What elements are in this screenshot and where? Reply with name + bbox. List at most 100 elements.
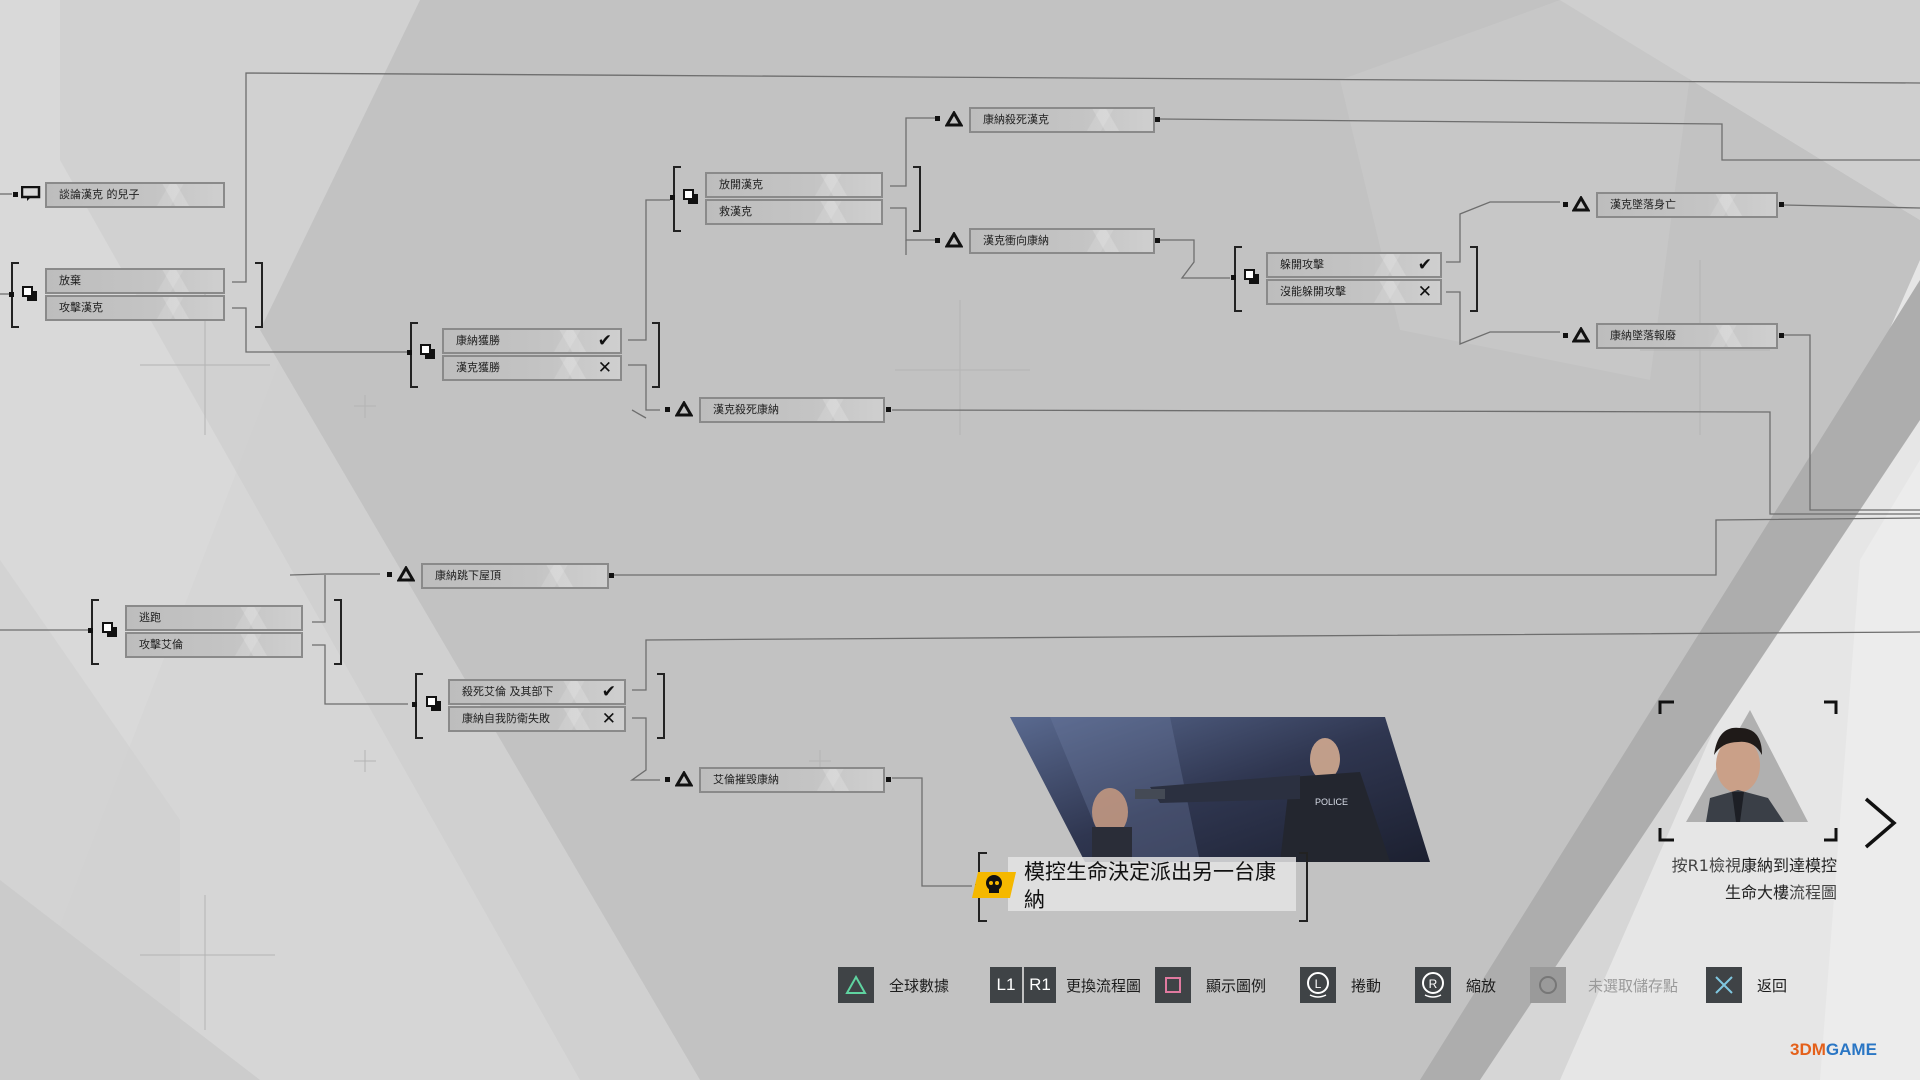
switch-flowchart-button[interactable]: L1 R1 更換流程圖	[990, 967, 1141, 1003]
triangle-event-icon	[1572, 327, 1590, 343]
chevron-right-icon[interactable]	[1860, 795, 1900, 851]
choice-option-defense-fail[interactable]: 康納自我防衛失敗 ✕	[448, 706, 626, 732]
next-chapter-preview[interactable]	[1658, 700, 1840, 842]
cross-icon: ✕	[601, 709, 616, 729]
skull-icon	[972, 872, 1016, 898]
button-label: 返回	[1757, 976, 1788, 995]
node-hank-rushes-connor[interactable]: 漢克衝向康納	[969, 228, 1155, 254]
cross-icon: ✕	[597, 358, 612, 378]
input-port	[387, 572, 392, 577]
node-connor-jumps-roof[interactable]: 康納跳下屋頂	[421, 563, 609, 589]
caption-chapter-a: 康納到達模控	[1740, 856, 1837, 875]
choice-option-attack-allen[interactable]: 攻擊艾倫	[125, 632, 303, 658]
node-label: 康納獲勝	[456, 334, 500, 347]
ending-node[interactable]: 模控生命決定派出另一台康納	[1008, 857, 1296, 912]
node-label: 救漢克	[719, 205, 752, 218]
ending-text: 模控生命決定派出另一台康納	[1024, 860, 1276, 912]
bracket-right	[255, 262, 263, 328]
node-allen-destroys-connor[interactable]: 艾倫摧毀康納	[699, 767, 885, 793]
triangle-event-icon	[397, 566, 415, 582]
node-hank-falls-dies[interactable]: 漢克墜落身亡	[1596, 192, 1778, 218]
output-port	[886, 777, 891, 782]
triangle-event-icon	[675, 771, 693, 787]
back-button[interactable]: 返回	[1706, 967, 1787, 1003]
zoom-button[interactable]: R 縮放	[1415, 967, 1496, 1003]
bottom-controls-bar: 全球數據 L1 R1 更換流程圖 顯示圖例 L 捲動 R 縮放 未選取儲存點 返…	[0, 967, 1920, 1007]
input-port	[935, 238, 940, 243]
no-checkpoint-selected-button[interactable]: 未選取儲存點	[1530, 967, 1678, 1003]
next-chapter-caption: 按R1檢視康納到達模控 生命大樓流程圖	[1640, 852, 1837, 906]
cross-icon: ✕	[1417, 282, 1432, 302]
choice-option-release-hank[interactable]: 放開漢克	[705, 172, 883, 198]
node-label: 康納跳下屋頂	[435, 569, 501, 582]
button-label: 更換流程圖	[1066, 976, 1142, 995]
input-port	[1563, 333, 1568, 338]
choice-allen-fight-result: 殺死艾倫 及其部下 ✔ 康納自我防衛失敗 ✕	[448, 679, 626, 733]
l1-button-icon: L1	[990, 967, 1022, 1003]
button-label: 縮放	[1466, 976, 1497, 995]
input-port	[9, 292, 14, 297]
input-port	[665, 407, 670, 412]
ending-scene-image: POLICE	[1010, 717, 1430, 862]
node-label: 漢克殺死康納	[713, 403, 779, 416]
bracket-right	[334, 599, 342, 665]
bracket-right	[1299, 852, 1308, 922]
choice-option-give-up[interactable]: 放棄	[45, 268, 225, 294]
input-port	[13, 192, 18, 197]
show-legend-button[interactable]: 顯示圖例	[1155, 967, 1266, 1003]
input-port	[412, 702, 417, 707]
choice-icon	[420, 344, 435, 359]
choice-option-hank-wins[interactable]: 漢克獲勝 ✕	[442, 355, 622, 381]
choice-icon	[1244, 269, 1259, 284]
output-port	[1155, 117, 1160, 122]
choice-option-connor-wins[interactable]: 康納獲勝 ✔	[442, 328, 622, 354]
button-label: 捲動	[1351, 976, 1382, 995]
choice-flee-attack-allen: 逃跑 攻擊艾倫	[125, 605, 303, 659]
input-port	[1231, 275, 1236, 280]
node-label: 談論漢克 的兒子	[59, 188, 140, 201]
node-label: 康納墜落報廢	[1610, 329, 1676, 342]
circle-button-icon	[1530, 967, 1566, 1003]
node-label: 攻擊艾倫	[139, 638, 183, 651]
scroll-button[interactable]: L 捲動	[1300, 967, 1381, 1003]
cross-button-icon	[1706, 967, 1742, 1003]
input-port	[407, 350, 412, 355]
bracket-right	[652, 322, 660, 388]
output-port	[609, 573, 614, 578]
node-label: 殺死艾倫 及其部下	[462, 685, 554, 698]
global-stats-button[interactable]: 全球數據	[838, 967, 949, 1003]
caption-prefix: 按R1檢視	[1671, 856, 1741, 875]
node-connor-falls-destroyed[interactable]: 康納墜落報廢	[1596, 323, 1778, 349]
node-label: 漢克墜落身亡	[1610, 198, 1676, 211]
choice-give-up-attack: 放棄 攻擊漢克	[45, 268, 225, 322]
speech-bubble-icon	[21, 186, 41, 201]
choice-option-fail-dodge[interactable]: 沒能躲開攻擊 ✕	[1266, 279, 1442, 305]
choice-option-save-hank[interactable]: 救漢克	[705, 199, 883, 225]
choice-option-attack-hank[interactable]: 攻擊漢克	[45, 295, 225, 321]
triangle-event-icon	[1572, 196, 1590, 212]
check-icon: ✔	[597, 331, 612, 351]
choice-icon	[102, 622, 117, 637]
triangle-button-icon	[838, 967, 874, 1003]
square-button-icon	[1155, 967, 1191, 1003]
node-label: 漢克衝向康納	[983, 234, 1049, 247]
check-icon: ✔	[1417, 255, 1432, 275]
bracket-right	[1470, 246, 1478, 312]
choice-option-flee[interactable]: 逃跑	[125, 605, 303, 631]
choice-icon	[683, 189, 698, 204]
caption-suffix: 流程圖	[1788, 883, 1837, 902]
node-label: 康納殺死漢克	[983, 113, 1049, 126]
node-hank-kills-connor[interactable]: 漢克殺死康納	[699, 397, 885, 423]
node-label: 逃跑	[139, 611, 161, 624]
node-connor-kills-hank[interactable]: 康納殺死漢克	[969, 107, 1155, 133]
choice-option-dodge-attack[interactable]: 躲開攻擊 ✔	[1266, 252, 1442, 278]
node-label: 漢克獲勝	[456, 361, 500, 374]
output-port	[1155, 238, 1160, 243]
choice-icon	[426, 696, 441, 711]
choice-icon	[22, 286, 37, 301]
background	[0, 0, 1920, 1080]
bracket-left	[410, 322, 418, 388]
portrait-image	[1658, 700, 1838, 842]
choice-option-kill-allen-men[interactable]: 殺死艾倫 及其部下 ✔	[448, 679, 626, 705]
node-talk-about-son[interactable]: 談論漢克 的兒子	[45, 182, 225, 208]
